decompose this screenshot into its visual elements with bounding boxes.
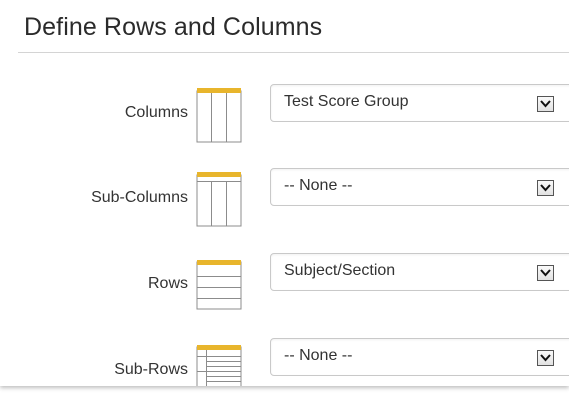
sub-columns-icon <box>196 171 242 232</box>
chevron-down-icon[interactable] <box>537 350 554 366</box>
columns-icon <box>196 87 242 148</box>
sub-rows-select-value: -- None -- <box>284 347 353 364</box>
sub-rows-row: Sub-Rows -- None -- <box>0 338 569 386</box>
rows-label: Rows <box>147 275 188 292</box>
sub-rows-icon <box>196 344 242 386</box>
sub-columns-select-value: -- None -- <box>284 177 353 194</box>
sub-columns-select[interactable]: -- None -- <box>270 168 569 206</box>
chevron-down-icon[interactable] <box>537 180 554 196</box>
columns-select-value: Test Score Group <box>284 93 409 110</box>
columns-label: Columns <box>124 104 188 121</box>
sub-rows-select[interactable]: -- None -- <box>270 338 569 376</box>
columns-select[interactable]: Test Score Group <box>270 84 569 122</box>
rows-select[interactable]: Subject/Section <box>270 253 569 291</box>
sub-columns-label: Sub-Columns <box>91 189 188 206</box>
chevron-down-icon[interactable] <box>537 96 554 112</box>
columns-row: Columns Test Score Group <box>0 84 569 144</box>
define-rows-columns-panel: Define Rows and Columns Columns Test Sco… <box>0 0 569 386</box>
section-title: Define Rows and Columns <box>24 13 323 41</box>
rows-row: Rows Subject/Section <box>0 253 569 313</box>
sub-rows-label: Sub-Rows <box>114 361 188 378</box>
title-divider <box>18 52 569 53</box>
chevron-down-icon[interactable] <box>537 265 554 281</box>
rows-icon <box>196 259 242 316</box>
sub-columns-row: Sub-Columns -- None -- <box>0 168 569 228</box>
rows-select-value: Subject/Section <box>284 262 396 279</box>
